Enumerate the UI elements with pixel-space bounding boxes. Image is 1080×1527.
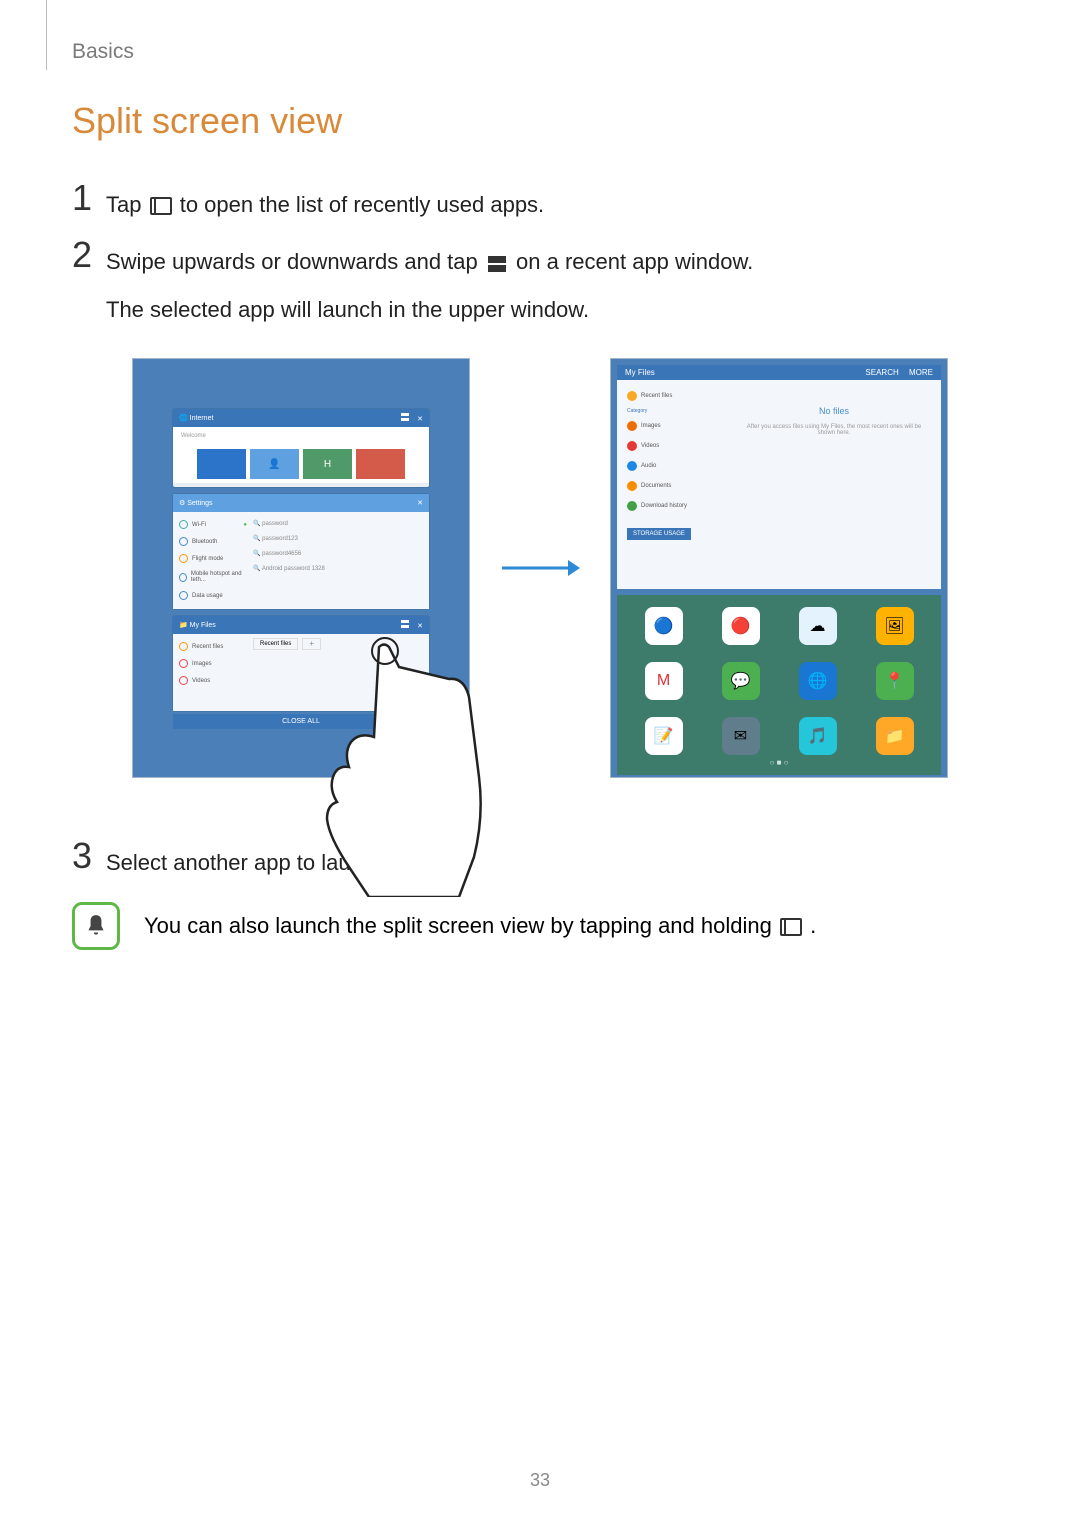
hand-illustration [309, 637, 489, 897]
welcome-text: Welcome [177, 431, 425, 441]
app-icon-gmail[interactable]: M [645, 662, 683, 700]
search-row: 🔍 password123 [253, 531, 425, 546]
recent-apps-icon [780, 918, 802, 936]
upper-window: My Files SEARCH MORE Recent files Catego… [617, 365, 941, 589]
note-text-pre: You can also launch the split screen vie… [144, 913, 778, 938]
gear-icon: ⚙ [179, 500, 185, 507]
upper-titlebar: My Files SEARCH MORE [617, 365, 941, 380]
tablet-mock-after: My Files SEARCH MORE Recent files Catego… [610, 358, 948, 778]
page-number: 33 [0, 1470, 1080, 1491]
upper-title: My Files [625, 368, 655, 377]
folder-icon: 📁 [179, 622, 188, 629]
app-title: Internet [190, 415, 214, 422]
tile-icon: H [303, 449, 352, 479]
app-icon-email[interactable]: ✉ [722, 717, 760, 755]
tab-recent: Recent files [253, 638, 298, 650]
list-item: Download history [623, 496, 733, 516]
step-3: 3 Select another app to launch. [72, 838, 1008, 881]
lower-window-app-grid: 🔵 🔴 ☁ 🖼 M 💬 🌐 📍 📝 ✉ 🎵 📁 [617, 595, 941, 775]
empty-message: After you access files using My Files, t… [733, 424, 935, 436]
tile-icon: 👤 [250, 449, 299, 479]
split-icon-small[interactable] [401, 623, 411, 630]
search-row: 🔍 password4656 [253, 546, 425, 561]
app-icon-myfiles[interactable]: 📁 [876, 717, 914, 755]
app-icon-music[interactable]: 🎵 [799, 717, 837, 755]
tablet-mock-before: 🌐 Internet ✕ Welcome [132, 358, 470, 778]
app-icon-drive[interactable]: ☁ [799, 607, 837, 645]
step-2-text-post: on a recent app window. [516, 249, 753, 274]
app-icon-maps[interactable]: 📍 [876, 662, 914, 700]
app-titlebar-settings: ⚙ Settings ✕ [173, 494, 429, 512]
step-1-text-post: to open the list of recently used apps. [180, 192, 544, 217]
empty-title: No files [733, 406, 935, 416]
sidebar-item: Flight mode [177, 550, 249, 567]
sidebar-item: Images [177, 655, 249, 672]
app-title: Settings [187, 500, 212, 507]
app-title: My Files [190, 622, 216, 629]
app-icon-youtube[interactable]: 🔴 [722, 607, 760, 645]
close-icon[interactable]: ✕ [417, 499, 423, 507]
note-text-post: . [810, 913, 816, 938]
section-header: Basics [72, 40, 134, 64]
sidebar-item: Wi-Fi● [177, 516, 249, 533]
sidebar-item: Videos [177, 672, 249, 689]
app-icon-hangouts[interactable]: 💬 [722, 662, 760, 700]
list-item: Videos [623, 436, 733, 456]
page-title: Split screen view [72, 100, 1008, 142]
app-icon-internet[interactable]: 🌐 [799, 662, 837, 700]
list-item: Recent files [623, 386, 733, 406]
list-item: Audio [623, 456, 733, 476]
sidebar-item: Recent files [177, 638, 249, 655]
app-titlebar-internet: 🌐 Internet ✕ [173, 409, 429, 427]
more-button[interactable]: MORE [909, 368, 933, 377]
split-icon-small[interactable] [401, 416, 411, 423]
list-item: Documents [623, 476, 733, 496]
step-2: 2 Swipe upwards or downwards and tap on … [72, 237, 1008, 328]
step-1: 1 Tap to open the list of recently used … [72, 180, 1008, 223]
step-number: 2 [72, 237, 106, 328]
search-row: 🔍 password [253, 516, 425, 531]
figure-row: 🌐 Internet ✕ Welcome [72, 358, 1008, 778]
globe-icon: 🌐 [179, 415, 188, 422]
page-indicator: ○ ■ ○ [611, 758, 947, 767]
app-icon-memo[interactable]: 📝 [645, 717, 683, 755]
arrow-right-icon [500, 553, 580, 583]
sidebar-item: Bluetooth [177, 533, 249, 550]
search-button[interactable]: SEARCH [865, 368, 898, 377]
sidebar-item: Data usage [177, 587, 249, 604]
list-item: Images [623, 416, 733, 436]
close-icon[interactable]: ✕ [417, 623, 423, 630]
note-box: You can also launch the split screen vie… [72, 902, 1008, 950]
app-icon-chrome[interactable]: 🔵 [645, 607, 683, 645]
notification-icon [72, 902, 120, 950]
sidebar-item: Mobile hotspot and teth... [177, 567, 249, 587]
step-2-text-pre: Swipe upwards or downwards and tap [106, 249, 484, 274]
storage-usage-button[interactable]: STORAGE USAGE [627, 528, 691, 540]
step-1-text-pre: Tap [106, 192, 148, 217]
close-icon[interactable]: ✕ [417, 416, 423, 423]
step-number: 3 [72, 838, 106, 881]
category-label: Category [623, 406, 733, 416]
step-number: 1 [72, 180, 106, 223]
step-2-line2: The selected app will launch in the uppe… [106, 291, 753, 328]
app-titlebar-myfiles: 📁 My Files ✕ [173, 616, 429, 634]
split-screen-icon [486, 255, 508, 273]
search-row: 🔍 Android password 1328 [253, 561, 425, 576]
app-icon-gallery[interactable]: 🖼 [876, 607, 914, 645]
recent-apps-icon [150, 197, 172, 215]
